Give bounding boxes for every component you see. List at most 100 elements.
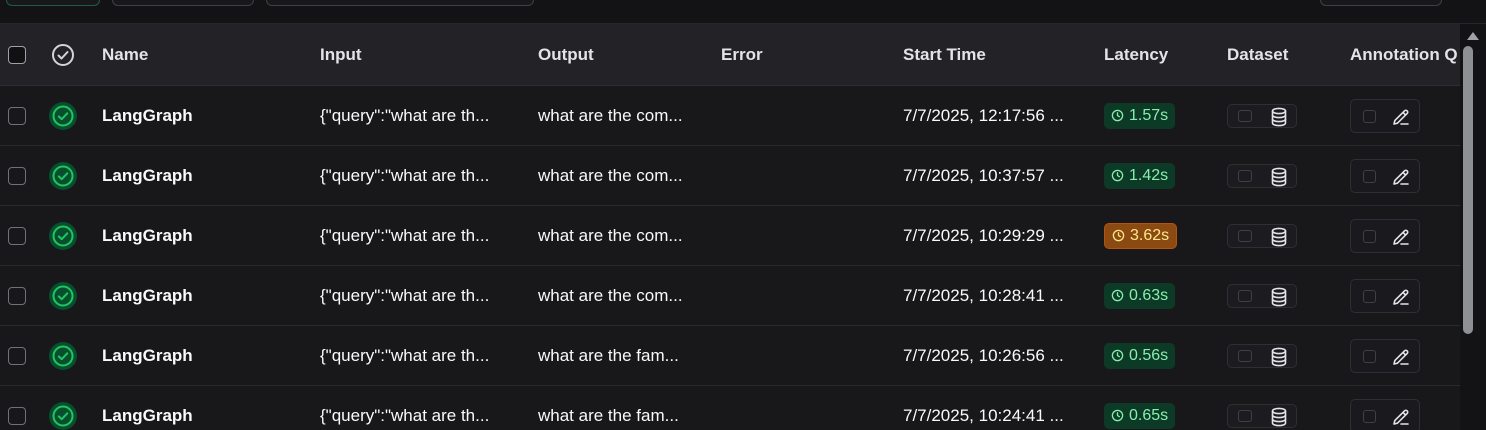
run-name[interactable]: LangGraph [102,286,193,306]
column-header-input[interactable]: Input [320,24,520,85]
clock-icon [1111,409,1124,422]
table-row[interactable]: LangGraph {"query":"what are th... what … [0,86,1460,146]
pencil-icon[interactable] [1391,407,1411,427]
clock-icon [1112,229,1125,242]
column-header-name[interactable]: Name [102,24,302,85]
input-cell: {"query":"what are th... [320,206,520,265]
column-header-start-time[interactable]: Start Time [903,24,1088,85]
add-to-dataset-control[interactable] [1227,163,1297,188]
row-select-checkbox[interactable] [8,106,26,125]
dataset-toggle[interactable] [1238,409,1252,422]
toolbar-button[interactable] [112,0,254,6]
row-select-checkbox[interactable] [8,166,26,185]
scroll-up-arrow-icon[interactable] [1467,32,1479,40]
pencil-icon[interactable] [1391,347,1411,367]
add-to-annotation-queue-control[interactable] [1350,218,1420,253]
table-row[interactable]: LangGraph {"query":"what are th... what … [0,266,1460,326]
row-select-cell [6,326,28,385]
pencil-icon[interactable] [1391,227,1411,247]
table-row[interactable]: LangGraph {"query":"what are th... what … [0,206,1460,266]
status-cell [48,146,78,205]
latency-value: 1.42s [1129,166,1169,184]
status-cell [48,386,78,430]
success-status-icon [49,101,77,130]
add-to-annotation-queue-control[interactable] [1350,158,1420,193]
dataset-toggle[interactable] [1238,169,1252,182]
database-icon[interactable] [1270,107,1288,127]
row-select-checkbox[interactable] [8,406,26,425]
column-header-output[interactable]: Output [538,24,708,85]
latency-value: 0.56s [1129,346,1169,364]
database-icon[interactable] [1270,287,1288,307]
add-to-dataset-control[interactable] [1227,403,1297,428]
add-to-annotation-queue-control[interactable] [1350,278,1420,313]
annotation-toggle[interactable] [1363,109,1376,123]
dataset-toggle[interactable] [1238,349,1252,362]
database-icon[interactable] [1270,227,1288,247]
row-select-cell [6,86,28,145]
add-to-dataset-control[interactable] [1227,223,1297,248]
dataset-toggle[interactable] [1238,229,1252,242]
annotation-toggle[interactable] [1363,349,1376,363]
run-name[interactable]: LangGraph [102,406,193,426]
annotation-toggle[interactable] [1363,409,1376,423]
run-name[interactable]: LangGraph [102,346,193,366]
input-cell: {"query":"what are th... [320,146,520,205]
row-select-checkbox[interactable] [8,346,26,365]
input-cell: {"query":"what are th... [320,386,520,430]
dataset-toggle[interactable] [1238,109,1252,122]
row-select-checkbox[interactable] [8,226,26,245]
column-header-dataset[interactable]: Dataset [1227,24,1337,85]
database-icon[interactable] [1270,347,1288,367]
success-status-icon [49,221,77,250]
pencil-icon[interactable] [1391,107,1411,127]
run-input: {"query":"what are th... [320,105,490,125]
add-to-dataset-control[interactable] [1227,283,1297,308]
annotation-toggle[interactable] [1363,229,1376,243]
select-all-checkbox[interactable] [8,45,26,64]
dataset-toggle[interactable] [1238,289,1252,302]
table-row[interactable]: LangGraph {"query":"what are th... what … [0,326,1460,386]
table-row[interactable]: LangGraph {"query":"what are th... what … [0,386,1460,430]
add-to-dataset-control[interactable] [1227,343,1297,368]
add-to-dataset-control[interactable] [1227,103,1297,128]
run-name[interactable]: LangGraph [102,166,193,186]
check-circle-icon [52,43,74,66]
success-status-icon [49,401,77,430]
vertical-scrollbar[interactable] [1460,24,1486,430]
pencil-icon[interactable] [1391,167,1411,187]
annotation-cell [1350,326,1460,385]
add-to-annotation-queue-control[interactable] [1350,398,1420,430]
status-cell [48,86,78,145]
add-to-annotation-queue-control[interactable] [1350,338,1420,373]
database-icon[interactable] [1270,407,1288,427]
pencil-icon[interactable] [1391,287,1411,307]
column-header-annotation-queue[interactable]: Annotation Q [1350,24,1460,85]
run-start-time: 7/7/2025, 10:26:56 ... [903,345,1064,365]
clock-icon [1111,349,1124,362]
scrollbar-thumb[interactable] [1463,46,1473,334]
run-name[interactable]: LangGraph [102,226,193,246]
output-cell: what are the fam... [538,326,708,385]
add-to-annotation-queue-control[interactable] [1350,98,1420,133]
column-header-error[interactable]: Error [721,24,891,85]
status-column-header[interactable] [48,24,78,85]
database-icon[interactable] [1270,167,1288,187]
view-toggle-group[interactable] [266,0,534,6]
traces-table: Name Input Output Error Start Time Laten… [0,24,1460,430]
toolbar-button[interactable] [6,0,100,6]
latency-badge: 1.42s [1104,162,1176,189]
toolbar-button[interactable] [1320,0,1442,6]
clock-icon [1111,109,1124,122]
run-name[interactable]: LangGraph [102,106,193,126]
latency-value: 1.57s [1129,106,1169,124]
select-all-cell [6,24,28,85]
column-header-latency[interactable]: Latency [1104,24,1214,85]
annotation-toggle[interactable] [1363,169,1376,183]
start-time-cell: 7/7/2025, 10:24:41 ... [903,386,1088,430]
table-row[interactable]: LangGraph {"query":"what are th... what … [0,146,1460,206]
row-select-checkbox[interactable] [8,286,26,305]
annotation-toggle[interactable] [1363,289,1376,303]
annotation-cell [1350,266,1460,325]
run-input: {"query":"what are th... [320,285,490,305]
